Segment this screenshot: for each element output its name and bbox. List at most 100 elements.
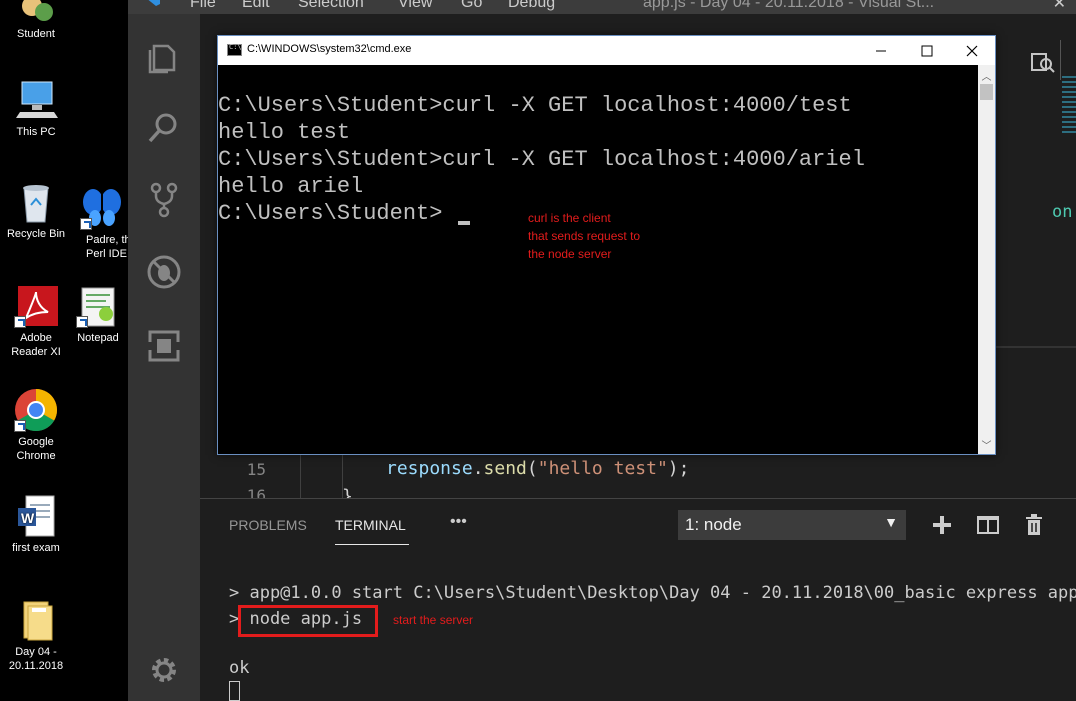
- cmd-window: C:\WINDOWS\system32\cmd.exe C:\Users\Stu…: [217, 35, 996, 455]
- desktop-icon-this-pc[interactable]: This PC: [0, 78, 72, 139]
- annotation-line: that sends request to: [528, 229, 641, 243]
- line-number: 15: [246, 460, 266, 479]
- cmd-titlebar[interactable]: C:\WINDOWS\system32\cmd.exe: [218, 36, 995, 65]
- code-token: );: [667, 458, 690, 479]
- code-token: .: [472, 458, 484, 479]
- tab-terminal[interactable]: TERMINAL: [335, 517, 406, 533]
- trash-icon[interactable]: [1022, 513, 1046, 537]
- desktop-icon-day04-folder[interactable]: Day 04 - 20.11.2018: [0, 598, 72, 673]
- desktop-icon-notepad[interactable]: Notepad: [68, 284, 128, 345]
- terminal-select-value: 1: node: [685, 515, 742, 534]
- desktop-icon-chrome[interactable]: Google Chrome: [0, 388, 72, 463]
- chevron-down-icon: ▼: [884, 514, 898, 530]
- desktop-icon-label: Adobe Reader XI: [11, 332, 61, 358]
- word-doc-icon: W: [14, 494, 58, 538]
- scroll-up-icon[interactable]: ︿: [978, 68, 995, 83]
- code-line[interactable]: }: [342, 486, 353, 498]
- close-button[interactable]: [949, 36, 995, 65]
- desktop-icon-adobe-reader[interactable]: Adobe Reader XI: [0, 284, 72, 359]
- explorer-icon[interactable]: [146, 40, 182, 76]
- indent-guide: [300, 454, 301, 498]
- tab-problems[interactable]: PROBLEMS: [229, 517, 307, 533]
- cmd-console[interactable]: C:\Users\Student>curl -X GET localhost:4…: [218, 65, 978, 454]
- shortcut-arrow-icon: [76, 316, 88, 328]
- open-changes-icon[interactable]: [1030, 53, 1056, 80]
- shortcut-arrow-icon: [80, 218, 92, 230]
- console-line: C:\Users\Student>curl -X GET localhost:4…: [218, 93, 852, 118]
- desktop-icon-recycle-bin[interactable]: Recycle Bin: [0, 180, 72, 241]
- menu-go[interactable]: Go: [461, 0, 482, 12]
- cmd-icon: [227, 43, 242, 56]
- svg-text:W: W: [21, 510, 35, 526]
- editor-toolbar: [1030, 50, 1056, 80]
- butterfly-icon: [80, 186, 124, 230]
- code-line[interactable]: response.send("hello test");: [386, 458, 689, 479]
- desktop-icon-label: Padre, th Perl IDE: [86, 234, 131, 260]
- desktop-icon-label: Google Chrome: [16, 436, 56, 462]
- terminal-cursor: [229, 681, 240, 701]
- desktop-icon-student[interactable]: Student: [0, 0, 72, 41]
- code-token: response: [386, 458, 473, 479]
- cmd-scrollbar[interactable]: ︿ ﹀: [978, 65, 995, 454]
- vscode-titlebar: File Edit Selection View Go Debug app.js…: [128, 0, 1076, 14]
- shortcut-arrow-icon: [14, 316, 26, 328]
- desktop-icon-label: Notepad: [77, 332, 119, 344]
- line-number: 16: [246, 486, 266, 498]
- menu-edit[interactable]: Edit: [242, 0, 270, 12]
- debug-icon[interactable]: [146, 254, 182, 290]
- console-line: hello test: [218, 120, 351, 145]
- editor-partial-code: on (ser: [1052, 202, 1073, 222]
- desktop-icon-label: Recycle Bin: [6, 228, 66, 240]
- menu-selection[interactable]: Selection: [298, 0, 364, 12]
- desktop-icon-label: first exam: [12, 542, 60, 554]
- desktop-icon-label: Student: [17, 28, 55, 40]
- close-icon[interactable]: ✕: [1053, 0, 1066, 13]
- code-token: (: [526, 458, 538, 479]
- gear-icon[interactable]: [146, 652, 182, 688]
- desktop-icon-label: Day 04 - 20.11.2018: [8, 646, 64, 672]
- terminal-line: > app@1.0.0 start C:\Users\Student\Deskt…: [229, 583, 1076, 603]
- maximize-button[interactable]: [904, 36, 950, 65]
- plus-icon[interactable]: [930, 513, 954, 537]
- menu-view[interactable]: View: [398, 0, 432, 12]
- recycle-bin-icon: [14, 180, 58, 224]
- menu-file[interactable]: File: [190, 0, 216, 12]
- terminal-line: ok: [229, 658, 250, 678]
- folder-icon: [14, 598, 58, 642]
- scrollbar-thumb[interactable]: [980, 84, 993, 100]
- split-terminal-icon[interactable]: [976, 513, 1000, 537]
- computer-icon: [14, 78, 58, 122]
- active-tab-underline: [335, 544, 409, 545]
- console-line: C:\Users\Student>: [218, 201, 443, 226]
- source-control-icon[interactable]: [146, 182, 182, 218]
- user-folder-icon: [14, 0, 58, 24]
- minimize-button[interactable]: [858, 36, 904, 65]
- bottom-panel: PROBLEMS TERMINAL ••• 1: node ▼ > app@1.…: [200, 498, 1076, 701]
- annotation-start-server: start the server: [393, 613, 474, 627]
- vscode-logo-icon: [144, 0, 164, 10]
- vscode-window-title: app.js - Day 04 - 20.11.2018 - Visual St…: [643, 0, 935, 11]
- scroll-down-icon[interactable]: ﹀: [978, 437, 995, 452]
- search-icon[interactable]: [146, 110, 182, 146]
- console-cursor: [458, 221, 470, 225]
- annotation-curl-client: curl is the client that sends request to…: [528, 209, 640, 263]
- more-actions-icon[interactable]: •••: [450, 513, 467, 531]
- desktop-icon-first-exam[interactable]: W first exam: [0, 494, 72, 555]
- console-line: C:\Users\Student>curl -X GET localhost:4…: [218, 147, 865, 172]
- console-line: hello ariel: [218, 174, 364, 199]
- terminal-select[interactable]: 1: node ▼: [678, 510, 906, 540]
- shortcut-arrow-icon: [14, 420, 26, 432]
- code-token: send: [483, 458, 527, 479]
- code-token: "hello test": [537, 458, 668, 479]
- activity-bar: [128, 14, 200, 701]
- notepad-icon: [76, 284, 120, 328]
- chrome-icon: [14, 388, 58, 432]
- menu-debug[interactable]: Debug: [508, 0, 555, 12]
- desktop-icon-label: This PC: [16, 126, 56, 138]
- desktop-icon-padre[interactable]: Padre, th Perl IDE: [72, 186, 132, 261]
- highlight-box: [238, 605, 378, 637]
- annotation-line: curl is the client: [528, 211, 611, 225]
- minimap[interactable]: [1062, 76, 1076, 136]
- minimap-divider: [1060, 40, 1061, 80]
- extensions-icon[interactable]: [146, 328, 182, 364]
